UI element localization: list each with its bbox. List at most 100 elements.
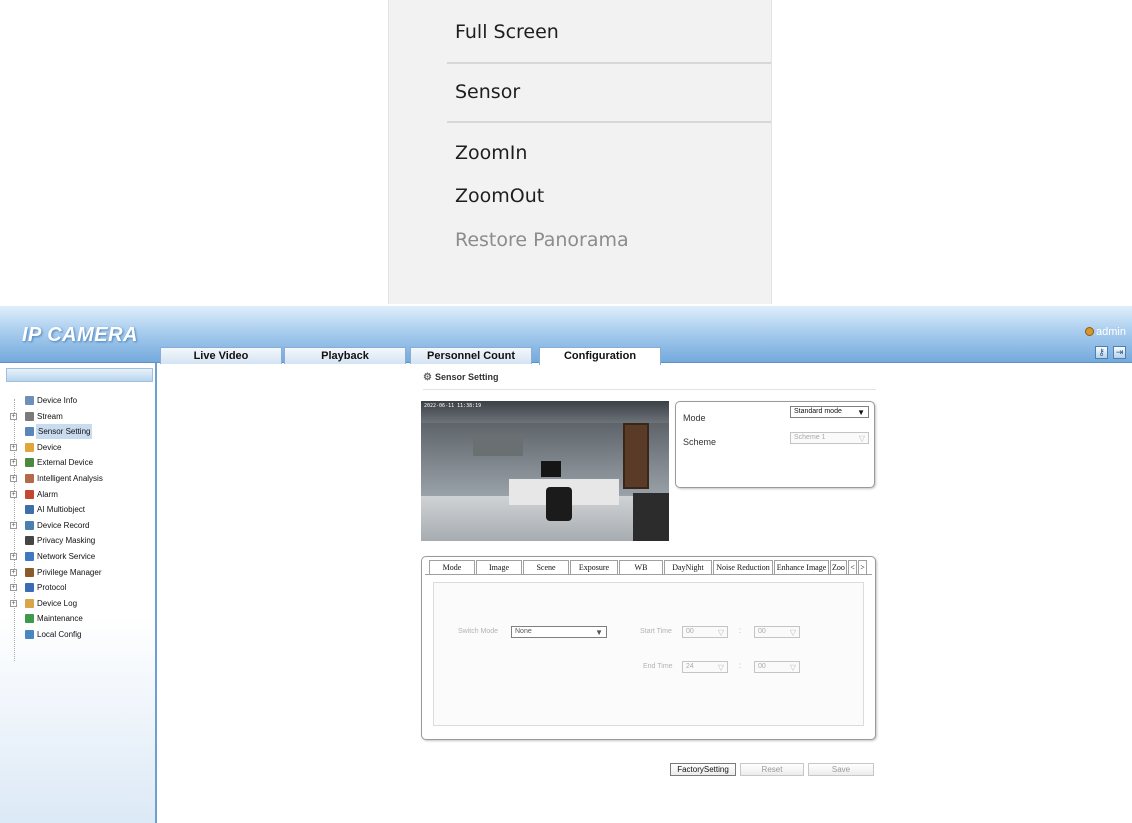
menu-item-zoom-in[interactable]: ZoomIn — [455, 141, 527, 165]
scheme-select: Scheme 1 ▽ — [790, 432, 869, 444]
sidebar-item-label: Device Record — [37, 520, 90, 530]
start-hour-value: 00 — [686, 628, 694, 635]
expand-icon[interactable]: + — [10, 553, 17, 560]
stream-icon — [25, 411, 34, 421]
sensor-gear-icon: ⚙ — [423, 372, 432, 383]
dropdown-arrow-icon: ▼ — [857, 408, 865, 417]
dropdown-arrow-icon: ▼ — [595, 628, 603, 637]
device-record-icon — [25, 520, 34, 530]
tab-configuration[interactable]: Configuration — [539, 347, 661, 365]
tab-live-video[interactable]: Live Video — [160, 347, 282, 364]
tab-baseline — [425, 574, 872, 575]
maintenance-icon — [25, 614, 34, 624]
sidebar: Device Info + Stream Sensor Setting + Device +… — [0, 363, 157, 823]
menu-item-full-screen[interactable]: Full Screen — [455, 20, 559, 44]
expand-icon[interactable]: + — [10, 568, 17, 576]
ai-multiobject-icon — [25, 505, 34, 515]
scheme-select-value: Scheme 1 — [794, 434, 826, 441]
video-timestamp: 2022-06-11 11:38:19 — [424, 403, 482, 409]
tab-scene[interactable]: Scene — [523, 560, 569, 574]
menu-separator — [447, 62, 771, 64]
dropdown-arrow-icon: ▽ — [717, 628, 724, 637]
mode-label: Mode — [683, 413, 706, 423]
expand-icon[interactable]: + — [10, 490, 17, 498]
tab-scroll-right-button[interactable]: > — [858, 560, 867, 574]
end-hour-value: 24 — [686, 663, 694, 670]
expand-icon[interactable]: + — [10, 584, 17, 592]
page-title-text: Sensor Setting — [434, 372, 499, 382]
tab-enhance-image[interactable]: Enhance Image — [774, 560, 829, 574]
end-minute-select: 00 ▽ — [754, 661, 800, 673]
tab-playback[interactable]: Playback — [284, 347, 406, 364]
menu-separator — [447, 121, 771, 123]
tab-image[interactable]: Image — [476, 560, 522, 574]
tab-zoom[interactable]: Zoo — [830, 560, 847, 574]
end-hour-select: 24 ▽ — [682, 661, 728, 673]
sidebar-item-label: AI Multiobject — [37, 505, 86, 515]
tab-personnel-count[interactable]: Personnel Count — [410, 347, 532, 364]
protocol-icon — [25, 583, 34, 593]
scene-chair — [633, 493, 669, 541]
context-menu: Full Screen Sensor ZoomIn ZoomOut Restor… — [388, 0, 772, 304]
device-log-icon — [25, 598, 34, 608]
factory-setting-button[interactable]: FactorySetting — [670, 763, 736, 776]
menu-item-zoom-out[interactable]: ZoomOut — [455, 184, 544, 208]
sidebar-header — [6, 368, 153, 382]
key-icon[interactable]: ⚷ — [1095, 346, 1108, 359]
mode-select-value: Standard mode — [794, 408, 842, 415]
tree-guide-line — [14, 399, 15, 661]
sidebar-item-label: Alarm — [37, 489, 58, 499]
switch-mode-select[interactable]: None ▼ — [511, 626, 607, 638]
dropdown-arrow-icon: ▽ — [858, 434, 865, 443]
expand-icon[interactable]: + — [10, 459, 17, 467]
app-logo: IP CAMERA — [22, 324, 138, 346]
switch-mode-label: Switch Mode — [458, 628, 499, 635]
tab-exposure[interactable]: Exposure — [570, 560, 618, 574]
dropdown-arrow-icon: ▽ — [789, 663, 796, 672]
page-title: ⚙ Sensor Setting — [423, 372, 498, 383]
mode-panel: Mode Standard mode ▼ Scheme Scheme 1 ▽ — [675, 401, 875, 488]
app-header: IP CAMERA Live Video Playback Personnel … — [0, 306, 1132, 365]
scene-monitor — [541, 461, 561, 477]
video-preview: 2022-06-11 11:38:19 — [421, 401, 669, 541]
expand-icon[interactable]: + — [10, 599, 17, 607]
sidebar-item-label: Intelligent Analysis — [37, 474, 103, 483]
device-icon — [25, 442, 34, 452]
scene-door — [623, 423, 649, 489]
title-divider — [423, 389, 876, 390]
mode-tab-content: Switch Mode None ▼ Start Time 00 ▽ : 00 ▽ E… — [433, 582, 864, 726]
external-device-icon — [25, 458, 34, 468]
intelligent-analysis-icon — [25, 474, 34, 483]
expand-icon[interactable]: + — [10, 475, 17, 482]
time-separator: : — [739, 626, 742, 635]
expand-icon[interactable]: + — [10, 521, 17, 529]
save-button[interactable]: Save — [808, 763, 874, 776]
expand-icon[interactable]: + — [10, 443, 17, 451]
sidebar-item-label: Local Config — [37, 630, 82, 639]
reset-button[interactable]: Reset — [740, 763, 804, 776]
tab-mode[interactable]: Mode — [429, 560, 475, 575]
tab-noise-reduction[interactable]: Noise Reduction — [713, 560, 773, 574]
menu-item-restore-panorama: Restore Panorama — [455, 229, 629, 251]
tab-daynight[interactable]: DayNight — [664, 560, 712, 574]
menu-item-sensor[interactable]: Sensor — [455, 80, 520, 104]
local-config-icon — [25, 630, 34, 639]
user-area: admin — [1085, 326, 1126, 338]
scheme-label: Scheme — [683, 437, 717, 447]
tab-wb[interactable]: WB — [619, 560, 663, 574]
logout-icon[interactable]: ⇥ — [1113, 346, 1126, 359]
network-service-icon — [25, 552, 34, 561]
end-minute-value: 00 — [758, 663, 766, 670]
expand-icon[interactable]: + — [10, 412, 17, 420]
switch-mode-value: None — [515, 628, 532, 635]
dropdown-arrow-icon: ▽ — [717, 663, 724, 672]
start-hour-select: 00 ▽ — [682, 626, 728, 638]
sensor-setting-icon — [25, 427, 34, 437]
sidebar-item-label: Maintenance — [37, 614, 83, 624]
sidebar-item-label: Device Log — [37, 598, 78, 608]
mode-select[interactable]: Standard mode ▼ — [790, 406, 869, 418]
scene-chair — [546, 487, 572, 521]
start-time-label: Start Time — [640, 628, 672, 635]
tab-scroll-left-button[interactable]: < — [848, 560, 857, 574]
alarm-icon — [25, 489, 34, 499]
